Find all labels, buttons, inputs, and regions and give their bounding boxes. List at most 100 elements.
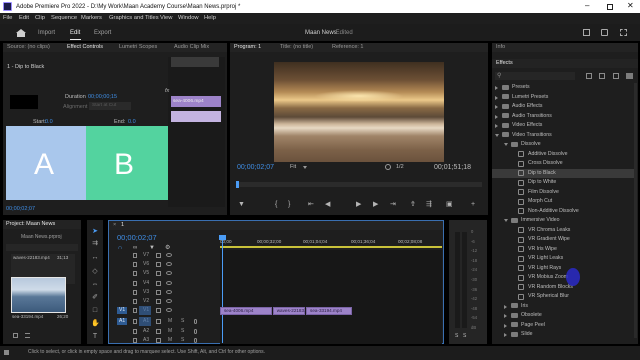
effects-tree-item[interactable]: VR Light Rays xyxy=(492,264,637,274)
close-button[interactable]: ✕ xyxy=(627,2,634,10)
start-value[interactable]: 0.0 xyxy=(45,119,53,126)
duration-value[interactable]: 00;00;00;15 xyxy=(88,94,117,101)
tab-effects[interactable]: Effects xyxy=(496,60,513,67)
tab-project[interactable]: Project: Maan News xyxy=(6,221,55,228)
rectangle-tool-icon[interactable]: □ xyxy=(91,307,99,315)
sync-lock-icon[interactable] xyxy=(156,337,161,343)
eye-icon[interactable] xyxy=(166,289,172,294)
lock-icon[interactable] xyxy=(133,308,137,314)
mark-out-icon[interactable]: } xyxy=(288,201,290,209)
sync-lock-icon[interactable] xyxy=(156,308,161,314)
maximize-button[interactable] xyxy=(607,3,613,10)
effects-tree-item[interactable]: VR Light Leaks xyxy=(492,254,637,264)
track-target-a1[interactable] xyxy=(139,317,151,327)
accelerated-effects-icon[interactable] xyxy=(586,73,592,79)
effects-tree-item[interactable]: Immersive Video xyxy=(492,216,637,226)
mute-button[interactable]: M xyxy=(168,319,172,324)
effects-tree-item[interactable]: Lumetri Presets xyxy=(492,93,637,103)
eye-icon[interactable] xyxy=(166,308,172,313)
extract-icon[interactable]: ⇶ xyxy=(426,201,432,209)
effects-tree-item[interactable]: Dip to Black xyxy=(492,168,637,178)
effects-tree-item[interactable]: Morph Cut xyxy=(492,197,637,207)
lock-icon[interactable] xyxy=(133,328,137,334)
play-icon[interactable]: ▶ xyxy=(356,201,361,209)
sync-lock-icon[interactable] xyxy=(156,253,161,258)
tab-program[interactable]: Program: 1 xyxy=(234,44,261,51)
tab-import[interactable]: Import xyxy=(38,30,55,36)
sync-lock-icon[interactable] xyxy=(156,299,161,304)
program-timecode[interactable]: 00;00;02;07 xyxy=(237,164,274,171)
chevron-down-icon[interactable] xyxy=(504,219,508,222)
menu-sequence[interactable]: Sequence xyxy=(51,15,77,22)
sync-lock-icon[interactable] xyxy=(156,280,161,286)
effects-tree-item[interactable]: Audio Transitions xyxy=(492,112,637,122)
eye-icon[interactable] xyxy=(166,271,172,276)
project-item-2-thumbnail[interactable] xyxy=(11,277,66,313)
lock-icon[interactable] xyxy=(133,253,137,258)
effects-tree-item[interactable]: Iris xyxy=(492,302,637,312)
effects-tree-item[interactable]: VR Gradient Wipe xyxy=(492,235,637,245)
lock-icon[interactable] xyxy=(133,299,137,304)
source-patch-a1[interactable]: A1 xyxy=(117,318,128,326)
tab-export[interactable]: Export xyxy=(94,30,111,36)
lock-icon[interactable] xyxy=(133,262,137,268)
eye-icon[interactable] xyxy=(166,253,172,257)
slip-tool-icon[interactable]: ⇔ xyxy=(91,281,99,289)
go-to-out-icon[interactable]: ⇥ xyxy=(390,201,396,209)
type-tool-icon[interactable]: T xyxy=(91,333,99,341)
eye-icon[interactable] xyxy=(166,280,172,285)
menu-file[interactable]: File xyxy=(3,15,12,22)
tab-audio-clip-mixer[interactable]: Audio Clip Mix xyxy=(174,44,209,51)
tab-edit[interactable]: Edit xyxy=(70,30,80,36)
chevron-right-icon[interactable] xyxy=(495,114,498,119)
effects-tree-item[interactable]: Obsolete xyxy=(492,311,637,321)
effects-tree-item[interactable]: VR Mobius Zoom xyxy=(492,273,637,283)
sync-lock-icon[interactable] xyxy=(156,262,161,268)
meter-solo-left[interactable]: S xyxy=(455,334,458,339)
effects-tree-item[interactable]: Dip to White xyxy=(492,178,637,188)
timeline-clip[interactable]: sea-4006.mp4 xyxy=(220,306,272,315)
menu-clip[interactable]: Clip xyxy=(35,15,45,22)
chevron-down-icon[interactable] xyxy=(495,133,499,137)
pen-tool-icon[interactable]: ✐ xyxy=(91,294,99,302)
menu-view[interactable]: View xyxy=(160,15,172,22)
lift-icon[interactable]: ⇮ xyxy=(410,201,416,209)
tab-title[interactable]: Title: (no title) xyxy=(280,44,313,51)
chevron-right-icon[interactable] xyxy=(504,314,507,318)
tab-info[interactable]: Info xyxy=(496,44,505,51)
effects-tree-item[interactable]: Page Peel xyxy=(492,321,637,331)
effects-tree-item[interactable]: Film Dissolve xyxy=(492,188,637,198)
track-target-v1[interactable] xyxy=(139,306,151,316)
button-editor-icon[interactable]: + xyxy=(471,201,475,209)
chevron-right-icon[interactable] xyxy=(504,323,507,328)
chevron-right-icon[interactable] xyxy=(495,124,498,128)
timeline-clip[interactable]: sea-33194.mp4 xyxy=(306,306,353,315)
effects-search-input[interactable]: ⚲ xyxy=(495,72,575,80)
eye-icon[interactable] xyxy=(166,299,172,303)
chevron-right-icon[interactable] xyxy=(495,86,498,90)
ripple-edit-tool-icon[interactable]: ↔ xyxy=(91,254,99,262)
export-frame-icon[interactable]: ▣ xyxy=(446,201,453,209)
tab-lumetri-scopes[interactable]: Lumetri Scopes xyxy=(119,44,157,51)
quick-export-icon[interactable] xyxy=(601,29,608,36)
meter-solo-right[interactable]: S xyxy=(463,334,466,339)
chevron-right-icon[interactable] xyxy=(495,95,498,100)
chevron-right-icon[interactable] xyxy=(495,105,498,109)
step-forward-icon[interactable]: ▶ xyxy=(373,201,378,209)
new-item-icon[interactable] xyxy=(13,333,18,338)
new-bin-icon[interactable] xyxy=(626,73,633,79)
lock-icon[interactable] xyxy=(133,337,137,343)
sync-lock-icon[interactable] xyxy=(156,319,161,325)
effects-tree-item[interactable]: Video Effects xyxy=(492,121,637,131)
effects-tree-item[interactable]: VR Iris Wipe xyxy=(492,245,637,255)
menu-window[interactable]: Window xyxy=(178,15,199,22)
effect-controls-timecode[interactable]: 00;00;02;07 xyxy=(6,206,35,213)
lock-icon[interactable] xyxy=(133,319,137,325)
lock-icon[interactable] xyxy=(133,289,137,295)
step-back-icon[interactable]: ◀ xyxy=(325,201,330,209)
mute-button[interactable]: M xyxy=(168,328,172,334)
fit-dropdown[interactable]: Fit xyxy=(288,163,310,171)
yuv-effects-icon[interactable] xyxy=(613,73,619,79)
solo-button[interactable]: S xyxy=(181,328,184,334)
effects-tree-item[interactable]: Cross Dissolve xyxy=(492,159,637,169)
